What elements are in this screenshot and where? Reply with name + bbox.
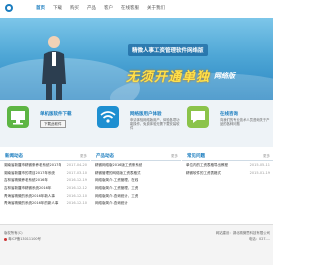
list-item[interactable]: 青海省精微的系统2016年的新人事 2016-12-10	[4, 200, 87, 208]
nav-customers[interactable]: 客户	[100, 3, 117, 13]
more-link[interactable]: 更多	[171, 154, 178, 159]
list-item-title[interactable]: 吉林省新疆市精微系统2016年	[4, 186, 61, 191]
top-header: 首页 下载 购买 产品 客户 在线客服 关于我们	[0, 0, 273, 18]
police-badge-icon	[4, 237, 7, 241]
feature-title: 网络版用户体验	[130, 112, 162, 117]
list-item-title[interactable]: 精微管理的网络版工资表格式	[95, 171, 141, 176]
site-footer: 版权所有(C) 粤ICP备13011100号 网站建设：湖北精微思科技有限公司 …	[0, 224, 273, 265]
list-item-title[interactable]: 网络版简介-工资管理、工资	[95, 186, 138, 191]
feature-strip: 单机版软件下载 下载此软件 网络版用户体验 申请体验网络版用户，体验各项功能操作…	[0, 100, 273, 147]
list-item-title[interactable]: 吉林省精微养老系统2016年	[4, 178, 61, 183]
main-nav: 首页 下载 购买 产品 客户 在线客服 关于我们	[32, 3, 169, 13]
list-item[interactable]: 单位内的工资表格导出教程 2015-05-11	[186, 162, 270, 170]
nav-download[interactable]: 下载	[49, 3, 66, 13]
banner-title: 精微人事工资管理软件网络版	[128, 44, 208, 56]
list-item[interactable]: 网络版简介-查询统计、工资	[95, 193, 178, 201]
list-item-title[interactable]: 网络版简介-查询统计	[95, 201, 128, 206]
logo-icon	[5, 4, 13, 12]
nav-products[interactable]: 产品	[83, 3, 100, 13]
list-item-title[interactable]: 青海省精微的系统2016年的新人事	[4, 201, 61, 206]
download-button[interactable]: 下载此软件	[40, 120, 66, 128]
list-item-title[interactable]: 青海省精微的系统2016年新人事	[4, 194, 61, 199]
support-list: 单位内的工资表格导出教程 2015-05-11 精微软件的工资表格式 2015-01…	[186, 162, 270, 177]
feature-title: 在线咨询	[220, 112, 238, 117]
list-item[interactable]: 青海省精微的系统2016年新人事 2016-12-10	[4, 193, 87, 201]
section-title: 常见问题	[187, 154, 205, 159]
list-item[interactable]: 吉林省精微养老系统2016年 2016-12-19	[4, 177, 87, 185]
footer-icp-text[interactable]: 粤ICP备13011100号	[8, 237, 41, 241]
nav-online-support[interactable]: 在线客服	[117, 3, 143, 13]
list-item-title[interactable]: 网络版简介-查询统计、工资	[95, 194, 138, 199]
banner-slogan: 无须开通单独	[126, 70, 211, 85]
list-item-date: 2015-05-11	[249, 163, 270, 167]
footer-icp[interactable]: 粤ICP备13011100号	[4, 236, 41, 241]
list-item-title[interactable]: 湖南省新疆市精微条养老系统2017年	[4, 163, 61, 168]
list-item[interactable]: 网络版简介-工资管理、工资	[95, 185, 178, 193]
list-item[interactable]: 湖南省新疆市精微条养老系统2017年 2017-04-20	[4, 162, 87, 170]
news-section: 新闻动态 更多 湖南省新疆市精微条养老系统2017年 2017-04-20 湖南省…	[0, 151, 90, 221]
list-item-title[interactable]: 单位内的工资表格导出教程	[186, 163, 246, 168]
download-monitor-icon	[7, 106, 29, 128]
list-item[interactable]: 网络版简介-工资管理、在线	[95, 177, 178, 185]
support-section: 常见问题 更多 单位内的工资表格导出教程 2015-05-11 精微软件的工资表格…	[182, 151, 273, 221]
list-item-date: 2016-12-19	[66, 178, 87, 183]
news-list: 湖南省新疆市精微条养老系统2017年 2017-04-20 湖南省新疆市的项目20…	[4, 162, 87, 208]
wifi-icon	[97, 106, 119, 128]
list-item-title[interactable]: 精微软件的工资表格式	[186, 171, 246, 176]
nav-buy[interactable]: 购买	[66, 3, 83, 13]
nav-about[interactable]: 关于我们	[143, 3, 169, 13]
feature-consult[interactable]: 在线咨询 向我们的专业技术人员咨询关于产品的各种问题	[186, 105, 270, 142]
list-item-date: 2016-12-10	[66, 201, 87, 206]
chat-icon	[187, 106, 209, 128]
list-item[interactable]: 精微软件的工资表格式 2015-01-19	[186, 170, 270, 178]
footer-copyright: 版权所有(C)	[4, 231, 23, 235]
products-section: 产品动态 更多 精微网络版2016版工资条系统 精微管理的网络版工资表格式 网络…	[91, 151, 181, 221]
section-title: 新闻动态	[5, 154, 23, 159]
section-title: 产品动态	[96, 154, 114, 159]
list-item[interactable]: 精微管理的网络版工资表格式	[95, 170, 178, 178]
list-item[interactable]: 网络版简介-查询统计	[95, 200, 178, 208]
site-logo[interactable]	[4, 3, 14, 13]
businessman-illustration	[42, 36, 66, 100]
list-item-date: 2017-04-20	[66, 163, 87, 167]
list-item[interactable]: 精微网络版2016版工资条系统	[95, 162, 178, 170]
footer-company: 网站建设：湖北精微思科技有限公司	[215, 231, 270, 235]
nav-home[interactable]: 首页	[32, 3, 49, 13]
list-item-title[interactable]: 网络版简介-工资管理、在线	[95, 178, 138, 183]
hero-banner[interactable]: 精微人事工资管理软件网络版 无须开通单独 网络版	[0, 18, 273, 100]
feature-download[interactable]: 单机版软件下载 下载此软件	[6, 105, 90, 142]
section-header: 常见问题 更多	[182, 151, 273, 161]
list-item-date: 2017-03-10	[66, 170, 87, 175]
list-item-title[interactable]: 精微网络版2016版工资条系统	[95, 163, 142, 168]
feature-description: 申请体验网络版用户，体验各项功能操作，免费体验无需下载安装软件	[130, 118, 180, 131]
products-list: 精微网络版2016版工资条系统 精微管理的网络版工资表格式 网络版简介-工资管理…	[95, 162, 178, 208]
list-item-date: 2016-12-10	[66, 193, 87, 198]
section-header: 产品动态 更多	[91, 151, 181, 161]
list-item-date: 2016-12-12	[66, 186, 87, 191]
list-item[interactable]: 湖南省新疆市的项目2017年系统 2017-03-10	[4, 170, 87, 178]
feature-description: 向我们的专业技术人员咨询关于产品的各种问题	[220, 118, 270, 127]
footer-telephone: 电话：027-...	[248, 237, 270, 241]
section-header: 新闻动态 更多	[0, 151, 90, 161]
feature-title: 单机版软件下载	[40, 112, 72, 117]
more-link[interactable]: 更多	[80, 154, 87, 159]
more-link[interactable]: 更多	[263, 154, 270, 159]
banner-slogan-secondary: 网络版	[214, 72, 235, 80]
list-item-title[interactable]: 湖南省新疆市的项目2017年系统	[4, 171, 61, 176]
list-item-date: 2015-01-19	[249, 170, 270, 175]
feature-trial[interactable]: 网络版用户体验 申请体验网络版用户，体验各项功能操作，免费体验无需下载安装软件	[96, 105, 182, 142]
list-item[interactable]: 吉林省新疆市精微系统2016年 2016-12-12	[4, 185, 87, 193]
